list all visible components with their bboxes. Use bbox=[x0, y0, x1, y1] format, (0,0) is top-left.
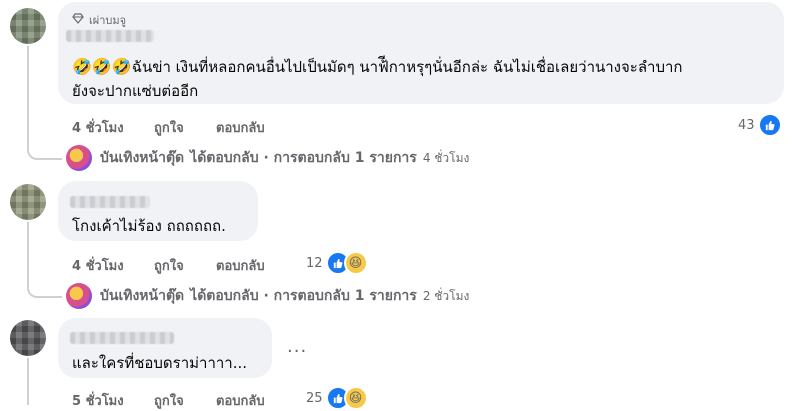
thumbs-up-icon bbox=[757, 113, 782, 137]
comment-text-line: ฉันข่า เงินที่หลอกคนอื่นไปเป็นมัดๆ นาฟ้ี… bbox=[131, 58, 683, 76]
reply-page-name: บันเทิงหน้าตุ๊ด bbox=[100, 288, 185, 304]
like-button[interactable]: ถูกใจ bbox=[154, 117, 184, 138]
laughing-emoji-icon: 🤣🤣🤣 bbox=[72, 57, 132, 76]
reaction-count: 43 bbox=[738, 117, 755, 133]
like-button[interactable]: ถูกใจ bbox=[154, 255, 184, 276]
reply-thread-line bbox=[27, 46, 62, 160]
diamond-icon bbox=[72, 13, 84, 27]
comment-text: โกงเค้าไม่ร้อง ถถถถถถ. bbox=[72, 217, 226, 235]
reply-action: ได้ตอบกลับ · การตอบกลับ 1 รายการ bbox=[190, 288, 417, 304]
reply-button[interactable]: ตอบกลับ bbox=[216, 117, 265, 138]
page-avatar bbox=[66, 283, 92, 309]
laughing-face-icon: 😆 bbox=[343, 251, 368, 275]
reply-action: ได้ตอบกลับ · การตอบกลับ 1 รายการ bbox=[190, 150, 417, 166]
reaction-count: 12 bbox=[306, 255, 323, 271]
commenter-name[interactable] bbox=[70, 332, 174, 344]
commenter-avatar[interactable] bbox=[10, 320, 46, 356]
reply-button[interactable]: ตอบกลับ bbox=[216, 255, 265, 276]
more-dots-icon[interactable]: ... bbox=[287, 336, 307, 357]
reaction-count: 25 bbox=[306, 390, 323, 406]
comment-time[interactable]: 4 ชั่วโมง bbox=[72, 255, 124, 276]
commenter-name[interactable] bbox=[70, 196, 150, 208]
comment-time[interactable]: 5 ชั่วโมง bbox=[72, 390, 124, 411]
reply-summary[interactable]: บันเทิงหน้าตุ๊ด ได้ตอบกลับ · การตอบกลับ … bbox=[66, 145, 469, 171]
comment-time[interactable]: 4 ชั่วโมง bbox=[72, 117, 124, 138]
reply-thread-line bbox=[27, 358, 29, 405]
commenter-badge: เผ่าบมจู bbox=[89, 14, 127, 27]
commenter-name[interactable] bbox=[66, 30, 154, 42]
like-button[interactable]: ถูกใจ bbox=[154, 390, 184, 411]
reply-button[interactable]: ตอบกลับ bbox=[216, 390, 265, 411]
reply-summary[interactable]: บันเทิงหน้าตุ๊ด ได้ตอบกลับ · การตอบกลับ … bbox=[66, 283, 469, 309]
comment-text-line-2: ยังจะปากแซ่บต่ออีก bbox=[72, 82, 199, 100]
reply-thread-line bbox=[27, 222, 62, 298]
reaction-summary[interactable]: 25 😆 bbox=[306, 386, 368, 410]
commenter-avatar[interactable] bbox=[10, 8, 46, 44]
commenter-avatar[interactable] bbox=[10, 184, 46, 220]
badge-row: เผ่าบมจู bbox=[72, 11, 126, 29]
page-avatar bbox=[66, 145, 92, 171]
comment-text: 🤣🤣🤣ฉันข่า เงินที่หลอกคนอื่นไปเป็นมัดๆ นา… bbox=[72, 55, 683, 79]
comment-text: และใครที่ชอบดราม่าาาา... bbox=[72, 354, 248, 372]
reaction-summary[interactable]: 12 😆 bbox=[306, 251, 368, 275]
reply-time: 2 ชั่วโมง bbox=[422, 288, 470, 303]
reaction-summary[interactable]: 43 bbox=[738, 113, 782, 137]
laughing-face-icon: 😆 bbox=[343, 386, 368, 410]
reply-page-name: บันเทิงหน้าตุ๊ด bbox=[100, 150, 185, 166]
reply-time: 4 ชั่วโมง bbox=[422, 150, 470, 165]
